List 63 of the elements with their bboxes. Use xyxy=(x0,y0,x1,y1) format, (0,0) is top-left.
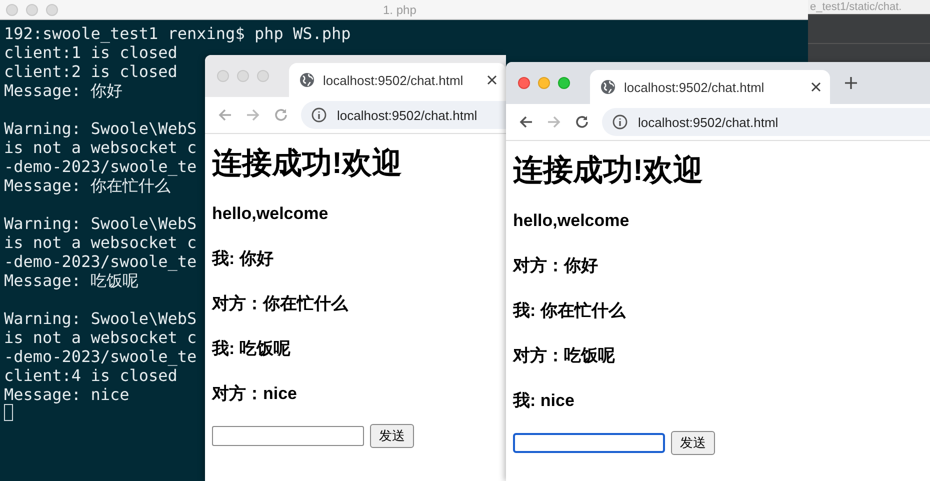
window-control[interactable] xyxy=(26,4,38,16)
terminal-line: Message: nice xyxy=(4,385,130,404)
globe-icon xyxy=(600,79,616,95)
chat-message: 对方：你在忙什么 xyxy=(212,294,348,314)
address-text: localhost:9502/chat.html xyxy=(638,114,778,130)
close-icon[interactable] xyxy=(810,81,822,93)
window-control[interactable] xyxy=(558,77,570,89)
new-tab-icon[interactable] xyxy=(844,76,858,90)
window-title: 1. php xyxy=(383,2,416,16)
window-control[interactable] xyxy=(46,4,58,16)
close-icon[interactable] xyxy=(486,74,498,86)
window-control[interactable] xyxy=(257,70,269,82)
page-heading: 连接成功!欢迎 xyxy=(513,153,703,189)
window-control[interactable] xyxy=(217,70,229,82)
message-input[interactable] xyxy=(212,426,364,446)
page-heading: 连接成功!欢迎 xyxy=(212,146,402,182)
address-bar[interactable]: localhost:9502/chat.html xyxy=(301,101,506,129)
terminal-line: -demo-2023/swoole_te xyxy=(4,252,197,271)
chat-message: hello,welcome xyxy=(212,204,328,224)
chat-message: 我: nice xyxy=(513,391,574,411)
chat-message: hello,welcome xyxy=(513,211,630,231)
tab-title: localhost:9502/chat.html xyxy=(323,72,464,88)
chat-message: 我: 吃饭呢 xyxy=(212,339,290,359)
window-title: e_test1/static/chat. xyxy=(810,1,902,13)
terminal-line: Message: 你在忙什么 xyxy=(4,176,171,195)
chat-message: 对方：吃饭呢 xyxy=(513,346,615,366)
chat-message: 对方：你好 xyxy=(513,256,598,276)
chat-message: 我: 你好 xyxy=(212,249,274,269)
terminal-line: Warning: Swoole\WebS xyxy=(4,214,197,233)
terminal-line: is not a websocket c xyxy=(4,328,197,347)
info-icon[interactable] xyxy=(311,107,327,123)
terminal-line: Message: 吃饭呢 xyxy=(4,271,139,290)
terminal-line: is not a websocket c xyxy=(4,233,197,252)
reload-icon[interactable] xyxy=(574,114,590,130)
terminal-line: -demo-2023/swoole_te xyxy=(4,347,197,366)
chat-message: 我: 你在忙什么 xyxy=(513,301,626,321)
info-icon[interactable] xyxy=(612,114,628,130)
terminal-line: is not a websocket c xyxy=(4,138,197,157)
back-icon[interactable] xyxy=(518,114,534,130)
forward-icon[interactable] xyxy=(245,107,261,123)
address-bar[interactable]: localhost:9502/chat.html xyxy=(602,108,930,136)
terminal-line: Warning: Swoole\WebS xyxy=(4,309,197,328)
window-control[interactable] xyxy=(237,70,249,82)
terminal-line: client:4 is closed xyxy=(4,366,178,385)
window-control[interactable] xyxy=(538,77,550,89)
message-input[interactable] xyxy=(513,433,665,453)
terminal-line: 192:swoole_test1 renxing$ php WS.php xyxy=(4,24,351,43)
address-text: localhost:9502/chat.html xyxy=(337,108,478,122)
terminal-line: Warning: Swoole\WebS xyxy=(4,119,197,138)
browser-tab[interactable]: localhost:9502/chat.html xyxy=(289,63,506,97)
tab-title: localhost:9502/chat.html xyxy=(624,80,766,94)
terminal-line: Message: 你好 xyxy=(4,81,123,100)
terminal-line: -demo-2023/swoole_te xyxy=(4,157,197,176)
browser-tab[interactable]: localhost:9502/chat.html xyxy=(590,70,830,104)
forward-icon[interactable] xyxy=(546,114,562,130)
terminal-line: client:2 is closed xyxy=(4,62,178,81)
terminal-line: client:1 is closed xyxy=(4,43,178,62)
window-control[interactable] xyxy=(6,4,18,16)
send-button[interactable]: 发送 xyxy=(370,424,414,448)
window-control[interactable] xyxy=(518,77,530,89)
send-button[interactable]: 发送 xyxy=(671,431,715,455)
globe-icon xyxy=(299,72,315,88)
chat-message: 对方：nice xyxy=(212,384,298,404)
